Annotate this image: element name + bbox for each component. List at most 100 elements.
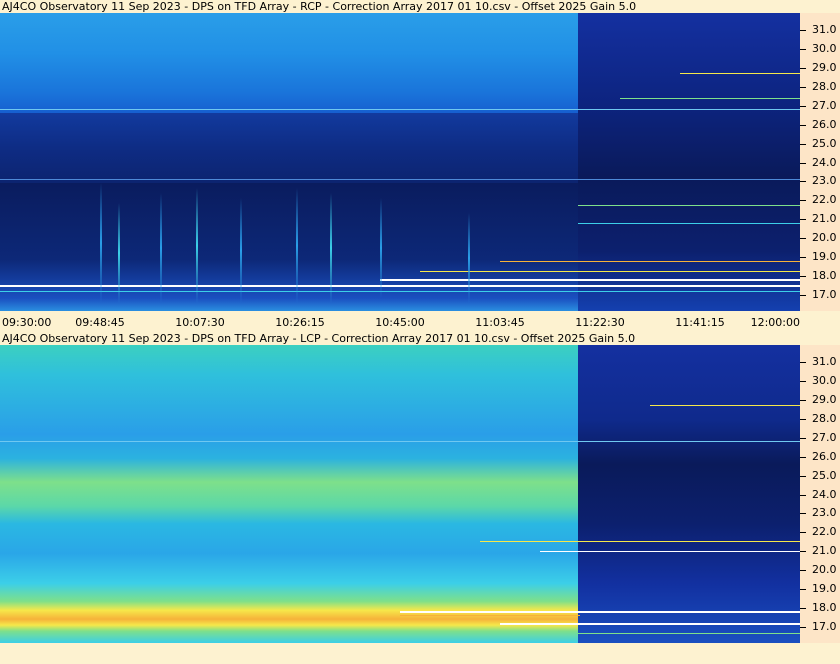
frequency-tick-label: 19.0 — [812, 250, 837, 264]
rcp-spectrogram — [0, 13, 800, 311]
frequency-tick — [800, 48, 806, 50]
frequency-tick-label: 27.0 — [812, 98, 837, 112]
time-tick-label: 10:26:15 — [275, 316, 325, 329]
frequency-tick — [800, 551, 806, 553]
frequency-tick — [800, 380, 806, 382]
time-tick-label: 09:48:45 — [75, 316, 125, 329]
frequency-tick-label: 25.0 — [812, 136, 837, 150]
frequency-tick — [800, 257, 806, 259]
lcp-line — [400, 615, 580, 616]
frequency-tick — [800, 456, 806, 458]
lcp-line — [650, 405, 800, 406]
rcp-panel-title: AJ4CO Observatory 11 Sep 2023 - DPS on T… — [2, 0, 637, 13]
frequency-tick — [800, 30, 806, 31]
lcp-line — [400, 611, 800, 613]
frequency-tick-label: 17.0 — [812, 288, 837, 301]
frequency-tick-label: 30.0 — [812, 41, 837, 55]
rcp-time-axis: 09:30:00 09:48:45 10:07:30 10:26:15 10:45:00… — [0, 314, 840, 330]
lcp-line — [540, 551, 800, 552]
frequency-tick-label: 27.0 — [812, 430, 837, 444]
frequency-tick-label: 21.0 — [812, 212, 837, 226]
rcp-line — [0, 109, 800, 110]
frequency-tick — [800, 105, 806, 107]
frequency-tick-label: 30.0 — [812, 373, 837, 387]
frequency-tick — [800, 276, 806, 278]
frequency-tick-label: 25.0 — [812, 468, 837, 482]
lcp-line — [480, 541, 800, 542]
frequency-tick — [800, 532, 806, 534]
rcp-burst — [296, 188, 298, 303]
rcp-line — [620, 98, 800, 99]
frequency-tick — [800, 627, 806, 628]
frequency-tick-label: 21.0 — [812, 544, 837, 558]
frequency-tick-label: 20.0 — [812, 563, 837, 577]
frequency-tick — [800, 399, 806, 401]
time-tick-label: 11:41:15 — [675, 316, 725, 329]
frequency-tick-label: 22.0 — [812, 525, 837, 539]
rcp-burst — [160, 193, 162, 303]
frequency-tick — [800, 200, 806, 202]
frequency-tick — [800, 162, 806, 164]
rcp-line — [420, 271, 800, 272]
time-tick-label: 11:22:30 — [575, 316, 625, 329]
frequency-tick-label: 26.0 — [812, 117, 837, 131]
frequency-tick — [800, 475, 806, 477]
frequency-tick — [800, 494, 806, 496]
frequency-tick-label: 18.0 — [812, 269, 837, 283]
frequency-tick — [800, 608, 806, 610]
rcp-line — [0, 179, 800, 180]
frequency-tick — [800, 67, 806, 69]
frequency-tick — [800, 124, 806, 126]
frequency-tick-label: 31.0 — [812, 23, 837, 36]
rcp-burst — [468, 213, 470, 303]
frequency-tick-label: 17.0 — [812, 620, 837, 633]
rcp-line — [500, 261, 800, 262]
frequency-tick — [800, 295, 806, 296]
frequency-tick-label: 24.0 — [812, 155, 837, 169]
frequency-tick — [800, 589, 806, 591]
frequency-tick — [800, 181, 806, 183]
frequency-tick — [800, 437, 806, 439]
time-tick-label: 09:30:00 — [2, 316, 52, 329]
rcp-line — [0, 285, 800, 287]
lcp-line — [0, 441, 800, 442]
frequency-tick — [800, 143, 806, 145]
time-tick-label: 10:45:00 — [375, 316, 425, 329]
rcp-line — [0, 291, 800, 292]
rcp-burst — [240, 198, 242, 303]
lcp-line — [578, 633, 800, 634]
frequency-tick-label: 31.0 — [812, 355, 837, 368]
frequency-tick-label: 28.0 — [812, 79, 837, 93]
rcp-burst — [380, 198, 382, 298]
rcp-line — [380, 279, 800, 281]
lcp-frequency-axis: 31.0 30.0 29.0 28.0 27.0 26.0 25.0 24.0 23.0 22.0… — [800, 345, 840, 643]
time-tick-label: 11:03:45 — [475, 316, 525, 329]
time-tick-label: 12:00:00 — [750, 316, 800, 329]
frequency-tick — [800, 219, 806, 221]
frequency-tick-label: 20.0 — [812, 231, 837, 245]
frequency-tick-label: 23.0 — [812, 506, 837, 520]
frequency-tick-label: 24.0 — [812, 487, 837, 501]
bottom-bar — [0, 643, 840, 664]
lcp-right-block — [578, 345, 800, 643]
lcp-spectrogram — [0, 345, 800, 643]
frequency-tick — [800, 86, 806, 88]
rcp-burst — [118, 203, 120, 303]
frequency-tick — [800, 570, 806, 572]
frequency-tick — [800, 513, 806, 515]
rcp-burst — [330, 193, 332, 303]
frequency-tick — [800, 418, 806, 420]
frequency-tick-label: 23.0 — [812, 174, 837, 188]
frequency-tick-label: 28.0 — [812, 411, 837, 425]
rcp-line — [578, 223, 800, 224]
frequency-tick-label: 22.0 — [812, 193, 837, 207]
lcp-panel-title: AJ4CO Observatory 11 Sep 2023 - DPS on T… — [2, 332, 636, 345]
frequency-tick — [800, 238, 806, 240]
frequency-tick-label: 29.0 — [812, 392, 837, 406]
frequency-tick-label: 29.0 — [812, 60, 837, 74]
rcp-burst — [100, 183, 102, 303]
frequency-tick-label: 18.0 — [812, 601, 837, 615]
time-tick-label: 10:07:30 — [175, 316, 225, 329]
rcp-frequency-axis: 31.0 30.0 29.0 28.0 27.0 26.0 25.0 24.0 23.0 22.0… — [800, 13, 840, 311]
rcp-line — [680, 73, 800, 74]
